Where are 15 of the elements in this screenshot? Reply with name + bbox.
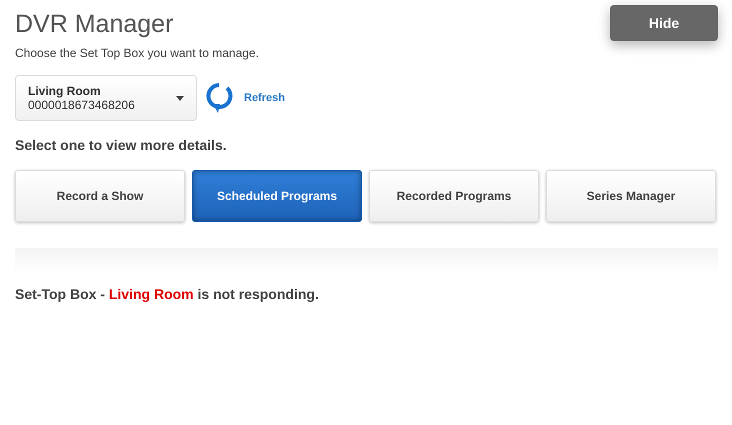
status-message: Set-Top Box - Living Room is not responding. xyxy=(15,285,320,304)
tab[interactable]: Scheduled Programs xyxy=(192,170,362,222)
tab[interactable]: Record a Show xyxy=(15,170,185,222)
device-name: Living Room xyxy=(28,84,102,98)
hide-button[interactable]: Hide xyxy=(610,5,718,41)
refresh-icon[interactable] xyxy=(205,81,233,115)
page-title: DVR Manager xyxy=(15,9,174,39)
instruction-text: Choose the Set Top Box you want to manage. xyxy=(15,45,260,62)
tab[interactable]: Series Manager xyxy=(546,170,716,222)
section-label: Select one to view more details. xyxy=(15,136,228,155)
device-serial: 0000018673468206 xyxy=(28,98,135,112)
device-dropdown[interactable]: Living Room 0000018673468206 xyxy=(15,75,197,121)
refresh-link[interactable]: Refresh xyxy=(244,90,285,106)
caret-icon xyxy=(176,96,184,100)
tab[interactable]: Recorded Programs xyxy=(369,170,539,222)
